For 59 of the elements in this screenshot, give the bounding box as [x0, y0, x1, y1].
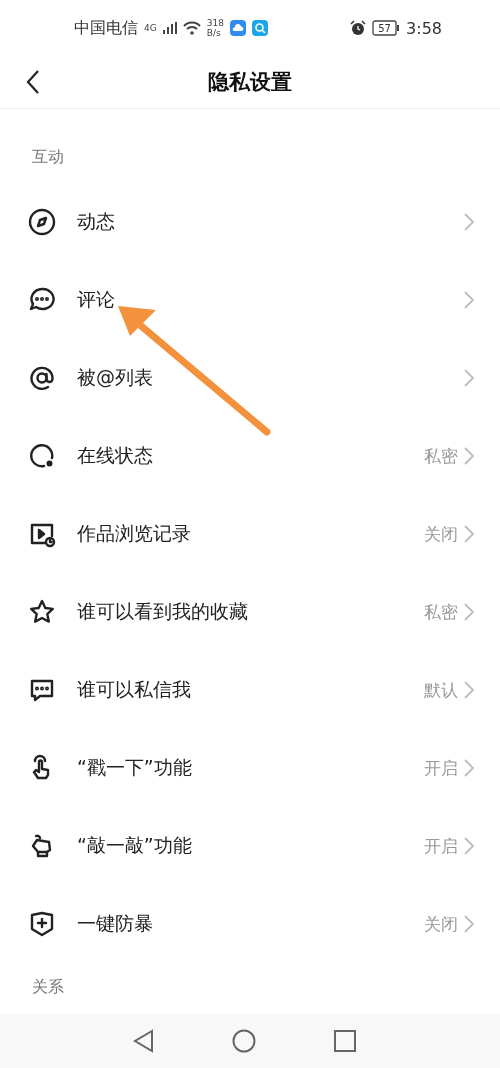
- recents-nav-button[interactable]: [334, 1030, 356, 1052]
- setting-value: 默认: [424, 678, 458, 702]
- chevron-right-icon: [464, 837, 474, 855]
- settings-row[interactable]: 作品浏览记录 关闭: [0, 495, 500, 573]
- settings-row[interactable]: “敲一敲”功能 开启: [0, 807, 500, 885]
- chevron-right-icon: [464, 915, 474, 933]
- setting-label: “戳一下”功能: [77, 755, 192, 780]
- setting-label: “敲一敲”功能: [77, 833, 192, 858]
- chevron-right-icon: [464, 525, 474, 543]
- settings-row[interactable]: 谁可以看到我的收藏 私密: [0, 573, 500, 651]
- setting-value: 关闭: [424, 912, 458, 936]
- settings-row[interactable]: 在线状态 私密: [0, 417, 500, 495]
- page-title: 隐私设置: [208, 69, 292, 96]
- setting-label: 作品浏览记录: [77, 521, 191, 546]
- at-sign-icon: [28, 364, 56, 392]
- search-app-icon: [251, 20, 268, 36]
- setting-value: 私密: [424, 600, 458, 624]
- signal-icon: [162, 22, 177, 34]
- chevron-right-icon: [464, 369, 474, 387]
- setting-label: 在线状态: [77, 443, 153, 468]
- chevron-right-icon: [464, 759, 474, 777]
- settings-row[interactable]: 谁可以私信我 默认: [0, 651, 500, 729]
- section-title: 互动: [31, 146, 64, 168]
- chevron-right-icon: [464, 213, 474, 231]
- settings-row[interactable]: 评论: [0, 261, 500, 339]
- setting-value: 私密: [424, 444, 458, 468]
- back-nav-button[interactable]: [132, 1029, 154, 1053]
- settings-row[interactable]: 被@列表: [0, 339, 500, 417]
- speed-unit: B/s: [206, 28, 222, 38]
- wifi-icon: [182, 21, 201, 35]
- chevron-right-icon: [464, 447, 474, 465]
- clock-time: 3:58: [406, 18, 442, 38]
- battery-level: 57: [378, 23, 391, 34]
- settings-row[interactable]: 动态: [0, 183, 500, 261]
- chevron-right-icon: [464, 291, 474, 309]
- setting-label: 谁可以私信我: [77, 677, 191, 702]
- alarm-icon: [350, 20, 367, 36]
- setting-label: 被@列表: [77, 365, 153, 390]
- setting-value: 关闭: [424, 522, 458, 546]
- network-type: 4G: [144, 23, 157, 33]
- network-speed: 318: [206, 18, 224, 28]
- setting-label: 一键防暴: [77, 911, 153, 936]
- cloud-app-icon: [229, 20, 246, 36]
- settings-row[interactable]: 一键防暴 关闭: [0, 885, 500, 963]
- compass-icon: [28, 208, 56, 236]
- star-icon: [28, 598, 56, 626]
- setting-label: 评论: [77, 287, 115, 312]
- section-title: 关系: [31, 976, 64, 998]
- shield-icon: [28, 910, 56, 938]
- carrier-name: 中国电信: [74, 17, 138, 39]
- chevron-right-icon: [464, 603, 474, 621]
- setting-value: 开启: [424, 756, 458, 780]
- chevron-right-icon: [464, 681, 474, 699]
- setting-label: 动态: [77, 209, 115, 234]
- setting-value: 开启: [424, 834, 458, 858]
- settings-row[interactable]: “戳一下”功能 开启: [0, 729, 500, 807]
- status-ring-icon: [28, 442, 56, 470]
- setting-label: 谁可以看到我的收藏: [77, 599, 248, 624]
- home-nav-button[interactable]: [232, 1029, 256, 1053]
